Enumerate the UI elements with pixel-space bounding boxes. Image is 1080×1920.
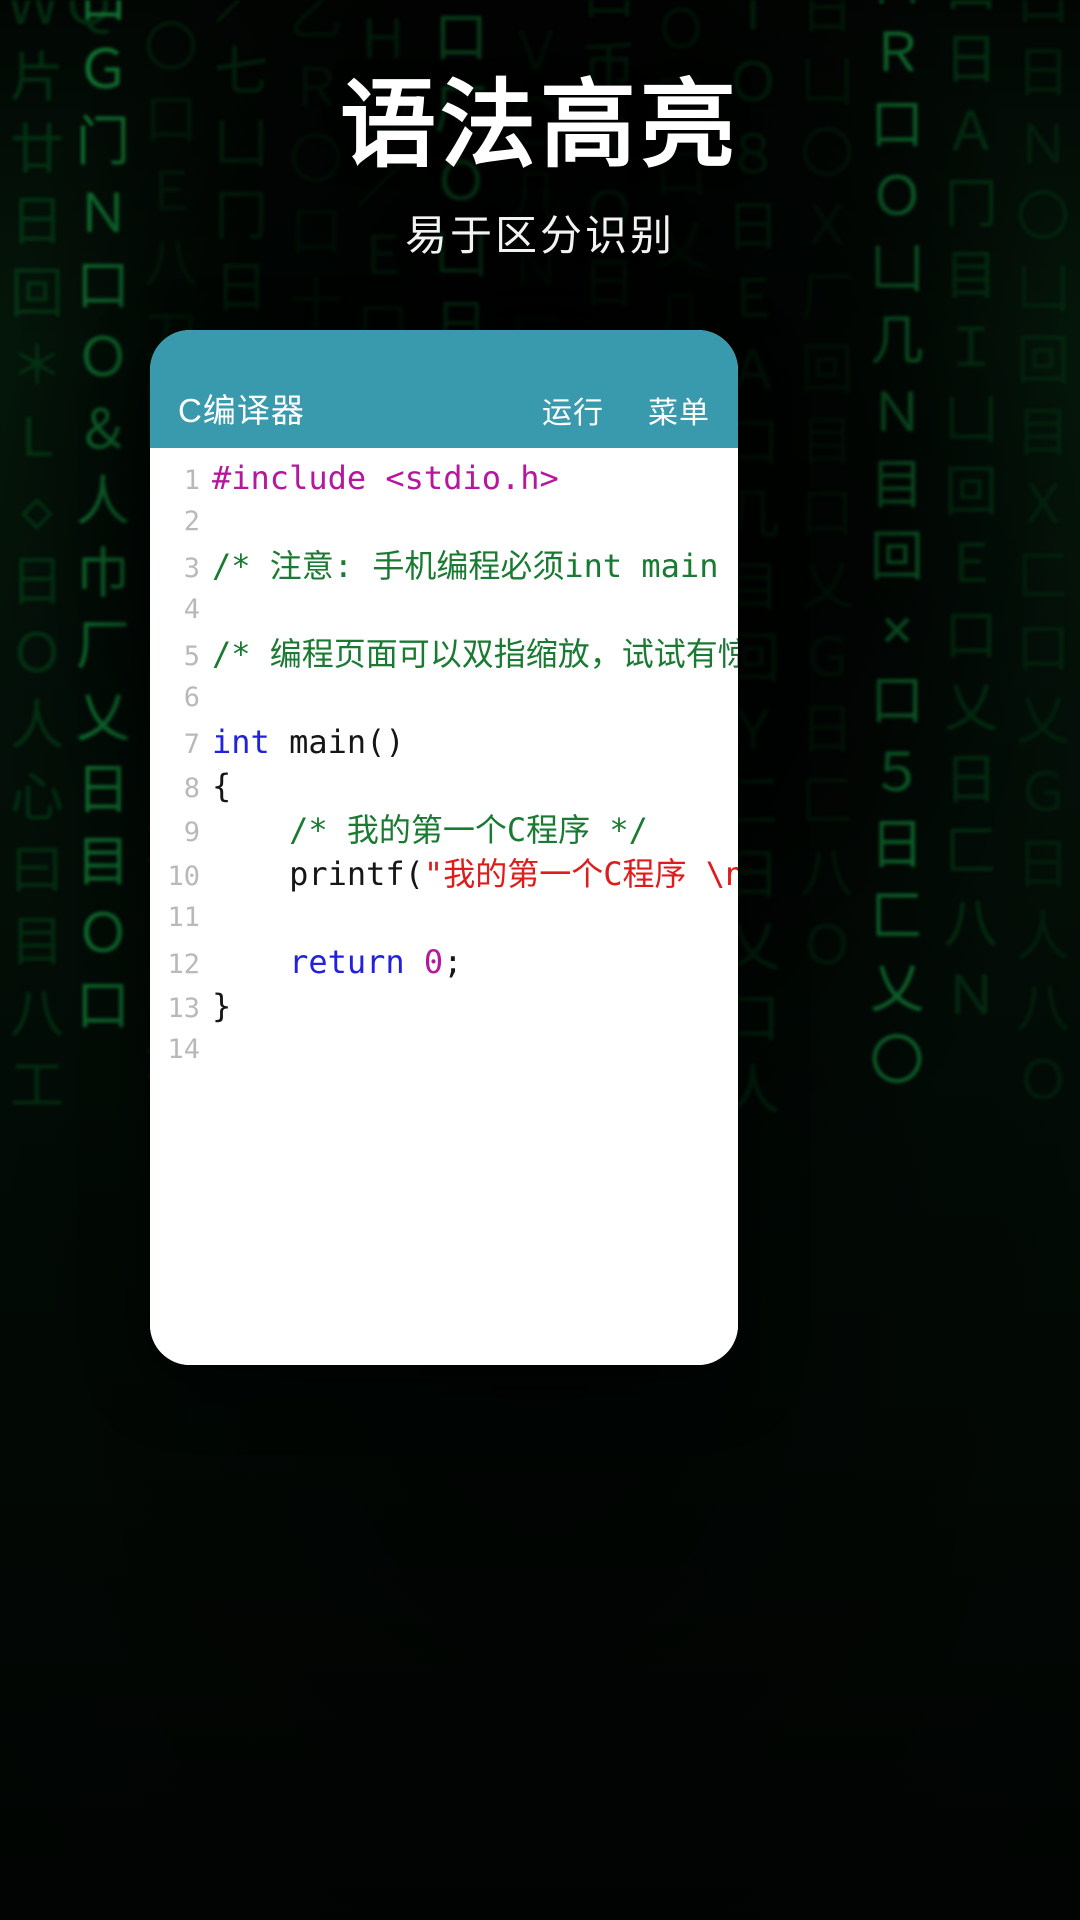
line-source[interactable]: int main() <box>212 720 738 764</box>
code-line[interactable]: 12 return 0; <box>150 940 738 984</box>
line-number: 8 <box>183 773 200 804</box>
code-token: printf( <box>212 855 424 893</box>
code-token: /* 注意: 手机编程必须int main (),最后re <box>212 547 738 585</box>
line-number: 9 <box>183 817 200 848</box>
app-title: C编译器 <box>178 392 305 429</box>
line-number: 10 <box>167 861 200 892</box>
code-line[interactable]: 2 <box>150 500 738 544</box>
line-source[interactable]: } <box>212 984 738 1028</box>
code-token: int <box>212 723 270 761</box>
line-source[interactable]: return 0; <box>212 940 738 984</box>
promo-text-block: 语法高亮 易于区分识别 <box>0 72 1080 263</box>
run-button[interactable]: 运行 <box>542 388 604 432</box>
line-number: 3 <box>183 553 200 584</box>
menu-button[interactable]: 菜单 <box>648 388 710 432</box>
code-token: #include <stdio.h> <box>212 459 559 497</box>
line-source[interactable]: printf("我的第一个C程序 \n"); <box>212 852 738 896</box>
code-line[interactable]: 4 <box>150 588 738 632</box>
line-number: 1 <box>183 465 200 496</box>
line-source[interactable]: { <box>212 764 738 808</box>
line-source[interactable]: /* 编程页面可以双指缩放，试试有惊喜 */ <box>212 632 738 676</box>
line-number: 12 <box>167 949 200 980</box>
code-line[interactable]: 3 /* 注意: 手机编程必须int main (),最后re <box>150 544 738 588</box>
code-token: main() <box>269 723 405 761</box>
code-line[interactable]: 11 <box>150 896 738 940</box>
app-bar-actions: 运行 菜单 <box>542 388 710 432</box>
line-number: 7 <box>183 729 200 760</box>
page-title: 语法高亮 <box>340 72 740 179</box>
code-lines[interactable]: 1 #include <stdio.h> 2 3 /* 注意: 手机编程必须int ma… <box>150 448 738 1072</box>
code-line[interactable]: 6 <box>150 676 738 720</box>
code-token: return <box>289 943 405 981</box>
page-subtitle: 易于区分识别 <box>404 211 675 259</box>
line-number: 2 <box>183 506 200 537</box>
code-token: 0 <box>423 943 444 981</box>
line-number: 13 <box>167 993 200 1024</box>
code-token: /* 编程页面可以双指缩放，试试有惊喜 */ <box>212 635 738 673</box>
line-source[interactable]: /* 注意: 手机编程必须int main (),最后re <box>212 544 738 588</box>
code-line[interactable]: 10 printf("我的第一个C程序 \n"); <box>150 852 738 896</box>
code-line[interactable]: 5 /* 编程页面可以双指缩放，试试有惊喜 */ <box>150 632 738 676</box>
promo-screenshot: ＷＱ 片 廿 日 回 ＊ Ｌ ◇ 日 Ｏ 人 心 曰 目 八 工ｉ 日 Ｇ 门 … <box>0 0 1080 1920</box>
line-source[interactable]: /* 我的第一个C程序 */ <box>212 808 738 852</box>
code-line[interactable]: 8{ <box>150 764 738 808</box>
line-number: 14 <box>167 1034 200 1065</box>
line-number: 6 <box>183 682 200 713</box>
code-line[interactable]: 13} <box>150 984 738 1028</box>
code-token: /* 我的第一个C程序 */ <box>212 811 648 849</box>
line-number: 11 <box>167 902 200 933</box>
code-line[interactable]: 1 #include <stdio.h> <box>150 456 738 500</box>
phone-mockup: C编译器 运行 菜单 1 #include <stdio.h> 2 3 /* 注意: 手… <box>150 330 738 1365</box>
code-line[interactable]: 14 <box>150 1028 738 1072</box>
code-line[interactable]: 9 /* 我的第一个C程序 */ <box>150 808 738 852</box>
code-editor[interactable]: 1 #include <stdio.h> 2 3 /* 注意: 手机编程必须int ma… <box>150 448 738 1365</box>
code-token: ; <box>443 943 463 981</box>
line-source[interactable]: #include <stdio.h> <box>212 456 738 500</box>
code-token: } <box>212 987 232 1025</box>
line-number: 4 <box>183 594 200 625</box>
code-token: { <box>212 767 232 805</box>
app-bar: C编译器 运行 菜单 <box>150 330 738 448</box>
code-line[interactable]: 7 int main() <box>150 720 738 764</box>
code-token: "我的第一个C程序 \n" <box>423 855 738 893</box>
line-number: 5 <box>183 641 200 672</box>
